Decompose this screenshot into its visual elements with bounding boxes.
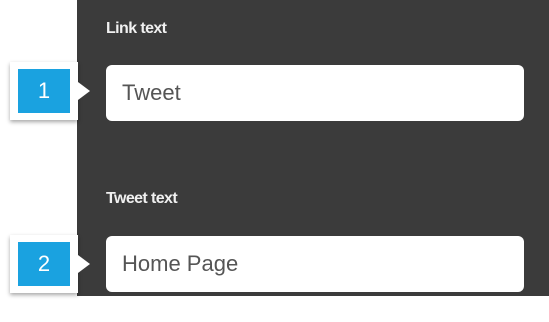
- tweet-text-label: Tweet text: [106, 190, 178, 207]
- callout-number-1: 1: [18, 69, 70, 113]
- callout-marker-2: 2: [10, 235, 90, 293]
- callout-marker-1: 1: [10, 62, 90, 120]
- link-text-input[interactable]: [106, 65, 524, 121]
- callout-number-2: 2: [18, 242, 70, 286]
- link-text-label: Link text: [106, 20, 167, 37]
- tweet-text-input[interactable]: [106, 236, 524, 292]
